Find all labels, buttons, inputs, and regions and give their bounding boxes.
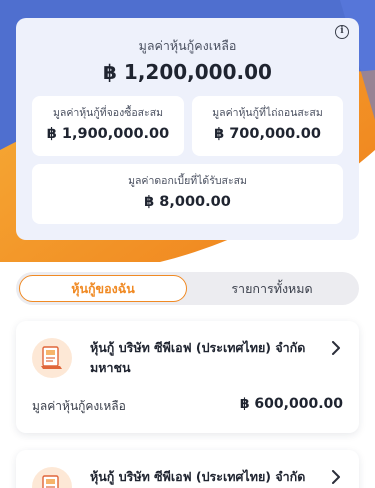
bond-card[interactable]: หุ้นกู้ บริษัท ซีพีเอฟ (ประเทศไทย) จำกัด… (16, 321, 359, 433)
chevron-right-icon[interactable] (331, 470, 341, 484)
tab-my-bonds[interactable]: หุ้นกู้ของฉัน (19, 275, 187, 302)
summary-card: i มูลค่าหุ้นกู้คงเหลือ ฿ 1,200,000.00 มู… (16, 18, 359, 240)
purchased-card: มูลค่าหุ้นกู้ที่จองซื้อสะสม ฿ 1,900,000.… (32, 96, 184, 156)
interest-value: ฿ 8,000.00 (144, 194, 231, 210)
purchased-label: มูลค่าหุ้นกู้ที่จองซื้อสะสม (52, 107, 164, 119)
segment-tabs: หุ้นกู้ของฉัน รายการทั้งหมด (16, 272, 359, 305)
bond-remaining-value: ฿ 600,000.00 (239, 396, 343, 412)
interest-card: มูลค่าดอกเบี้ยที่ได้รับสะสม ฿ 8,000.00 (32, 164, 343, 224)
bond-card[interactable]: หุ้นกู้ บริษัท ซีพีเอฟ (ประเทศไทย) จำกัด… (16, 450, 359, 488)
redeemed-label: มูลค่าหุ้นกู้ที่ไถ่ถอนสะสม (212, 107, 323, 119)
bond-name: หุ้นกู้ บริษัท ซีพีเอฟ (ประเทศไทย) จำกัด… (90, 469, 306, 484)
remaining-value: ฿ 1,200,000.00 (103, 60, 272, 84)
bond-certificate-icon (32, 338, 72, 378)
remaining-value-label: มูลค่าหุ้นกู้คงเหลือ (138, 38, 237, 53)
interest-label: มูลค่าดอกเบี้ยที่ได้รับสะสม (128, 175, 247, 187)
bond-name: หุ้นกู้ บริษัท ซีพีเอฟ (ประเทศไทย) จำกัด… (90, 340, 306, 375)
redeemed-value: ฿ 700,000.00 (214, 126, 321, 142)
bond-certificate-icon (32, 467, 72, 488)
tab-all-transactions[interactable]: รายการทั้งหมด (188, 275, 356, 302)
bond-remaining-label: มูลค่าหุ้นกู้คงเหลือ (32, 399, 126, 413)
purchased-value: ฿ 1,900,000.00 (46, 126, 170, 142)
chevron-right-icon[interactable] (331, 341, 341, 355)
redeemed-card: มูลค่าหุ้นกู้ที่ไถ่ถอนสะสม ฿ 700,000.00 (192, 96, 343, 156)
